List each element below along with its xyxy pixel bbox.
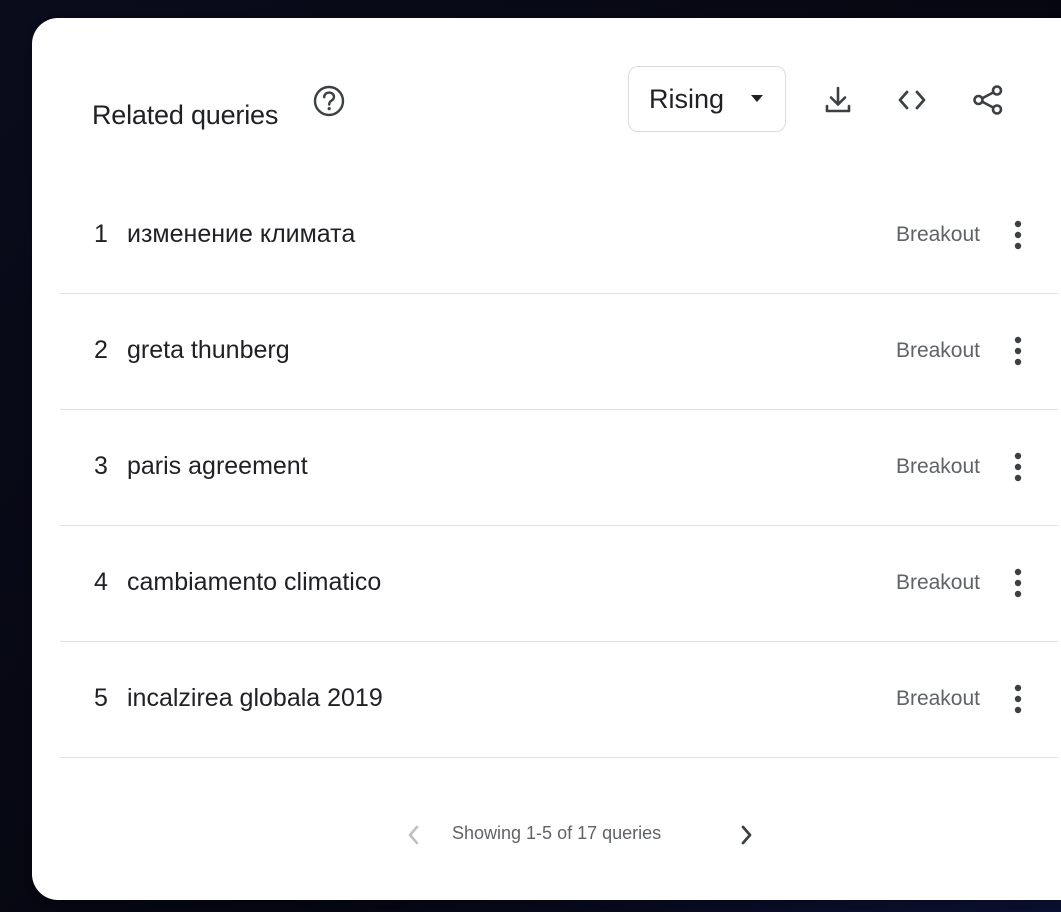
query-value: Breakout [895, 455, 980, 478]
caret-down-icon [751, 95, 763, 102]
query-row-2[interactable]: 2 greta thunberg Breakout [60, 294, 1058, 410]
query-rank: 2 [94, 336, 108, 364]
query-value: Breakout [895, 339, 980, 362]
help-circle-icon[interactable] [312, 84, 346, 118]
chevron-right-icon[interactable] [732, 820, 760, 850]
more-vert-icon[interactable] [998, 446, 1038, 488]
query-text: paris agreement [127, 452, 308, 480]
query-value: Breakout [895, 687, 980, 710]
more-vert-icon[interactable] [998, 214, 1038, 256]
query-row-5[interactable]: 5 incalzirea globala 2019 Breakout [60, 642, 1058, 758]
more-vert-icon[interactable] [998, 330, 1038, 372]
query-row-4[interactable]: 4 cambiamento climatico Breakout [60, 526, 1058, 642]
query-rank: 4 [94, 568, 108, 596]
query-row-1[interactable]: 1 изменение климата Breakout [60, 178, 1058, 294]
sort-dropdown-value: Rising [649, 84, 725, 114]
more-vert-icon[interactable] [998, 562, 1038, 604]
query-rank: 3 [94, 452, 108, 480]
panel-title: Related queries [92, 100, 279, 130]
query-rank: 1 [94, 220, 108, 248]
query-value: Breakout [895, 223, 980, 246]
related-queries-card: Related queries Rising 1 изменение клима… [32, 18, 1061, 900]
sort-dropdown[interactable]: Rising [628, 66, 786, 132]
query-value: Breakout [895, 571, 980, 594]
chevron-left-icon [400, 820, 428, 850]
query-text: incalzirea globala 2019 [127, 684, 383, 712]
pagination-status: Showing 1-5 of 17 queries [452, 823, 662, 843]
pagination: Showing 1-5 of 17 queries [60, 818, 1058, 854]
query-text: greta thunberg [127, 336, 290, 364]
query-rank: 5 [94, 684, 108, 712]
share-icon[interactable] [970, 82, 1006, 118]
more-vert-icon[interactable] [998, 678, 1038, 720]
query-text: изменение климата [127, 220, 356, 248]
download-icon[interactable] [820, 82, 856, 118]
query-row-3[interactable]: 3 paris agreement Breakout [60, 410, 1058, 526]
query-text: cambiamento climatico [127, 568, 382, 596]
embed-code-icon[interactable] [894, 82, 930, 118]
row-divider [60, 757, 1058, 758]
